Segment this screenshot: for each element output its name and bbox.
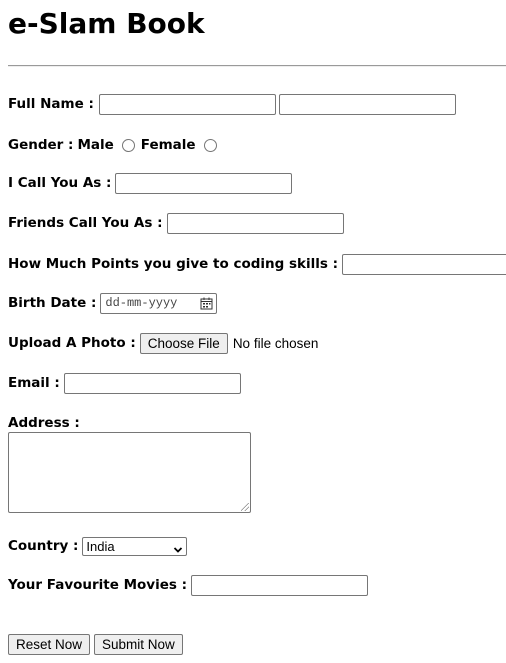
file-status: No file chosen: [232, 335, 319, 351]
gender-female-radio[interactable]: [203, 138, 217, 152]
gender-row: Gender : Male Female: [8, 134, 217, 156]
call-you-as-row: I Call You As :: [8, 172, 293, 194]
address-textarea[interactable]: [8, 432, 251, 513]
address-row: Address :: [8, 412, 80, 434]
movies-label: Your Favourite Movies :: [8, 577, 188, 593]
gender-label: Gender :: [8, 137, 74, 153]
country-selected-value: India: [86, 538, 115, 554]
form-actions: Reset Now Submit Now: [8, 633, 183, 655]
birth-date-row: Birth Date : dd-mm-yyyy: [8, 292, 218, 314]
reset-button[interactable]: Reset Now: [8, 633, 91, 655]
birth-date-input[interactable]: dd-mm-yyyy: [100, 292, 218, 314]
full-name-label: Full Name :: [8, 96, 94, 112]
chevron-down-icon: [173, 542, 183, 553]
choose-file-button[interactable]: Choose File: [139, 332, 228, 354]
resize-grip-icon[interactable]: [241, 503, 249, 511]
movies-input[interactable]: [191, 574, 369, 596]
country-row: Country : India: [8, 535, 188, 557]
movies-row: Your Favourite Movies :: [8, 574, 369, 596]
email-row: Email :: [8, 372, 241, 394]
birth-date-placeholder: dd-mm-yyyy: [105, 296, 178, 310]
email-field[interactable]: [63, 372, 241, 394]
divider: [8, 65, 506, 67]
gender-option-female-label: Female: [140, 137, 196, 153]
first-name-input[interactable]: [98, 93, 276, 115]
friends-call-input[interactable]: [166, 212, 344, 234]
call-you-as-label: I Call You As :: [8, 175, 112, 191]
full-name-row: Full Name :: [8, 93, 456, 115]
page-title: e-Slam Book: [8, 7, 205, 40]
email-label: Email :: [8, 375, 60, 391]
coding-points-row: How Much Points you give to coding skill…: [8, 253, 506, 275]
last-name-input[interactable]: [278, 93, 456, 115]
coding-points-input[interactable]: [342, 253, 506, 275]
birth-date-label: Birth Date :: [8, 295, 97, 311]
country-label: Country :: [8, 538, 79, 554]
submit-button[interactable]: Submit Now: [94, 633, 183, 655]
gender-male-radio[interactable]: [121, 138, 135, 152]
photo-label: Upload A Photo :: [8, 335, 136, 351]
country-select[interactable]: India: [82, 536, 188, 556]
gender-option-male-label: Male: [77, 137, 114, 153]
friends-call-label: Friends Call You As :: [8, 215, 163, 231]
coding-points-label: How Much Points you give to coding skill…: [8, 256, 339, 272]
friends-call-row: Friends Call You As :: [8, 212, 344, 234]
photo-row: Upload A Photo : Choose File No file cho…: [8, 332, 318, 354]
call-you-as-input[interactable]: [115, 172, 293, 194]
address-label: Address :: [8, 415, 80, 431]
calendar-icon[interactable]: [200, 297, 213, 310]
